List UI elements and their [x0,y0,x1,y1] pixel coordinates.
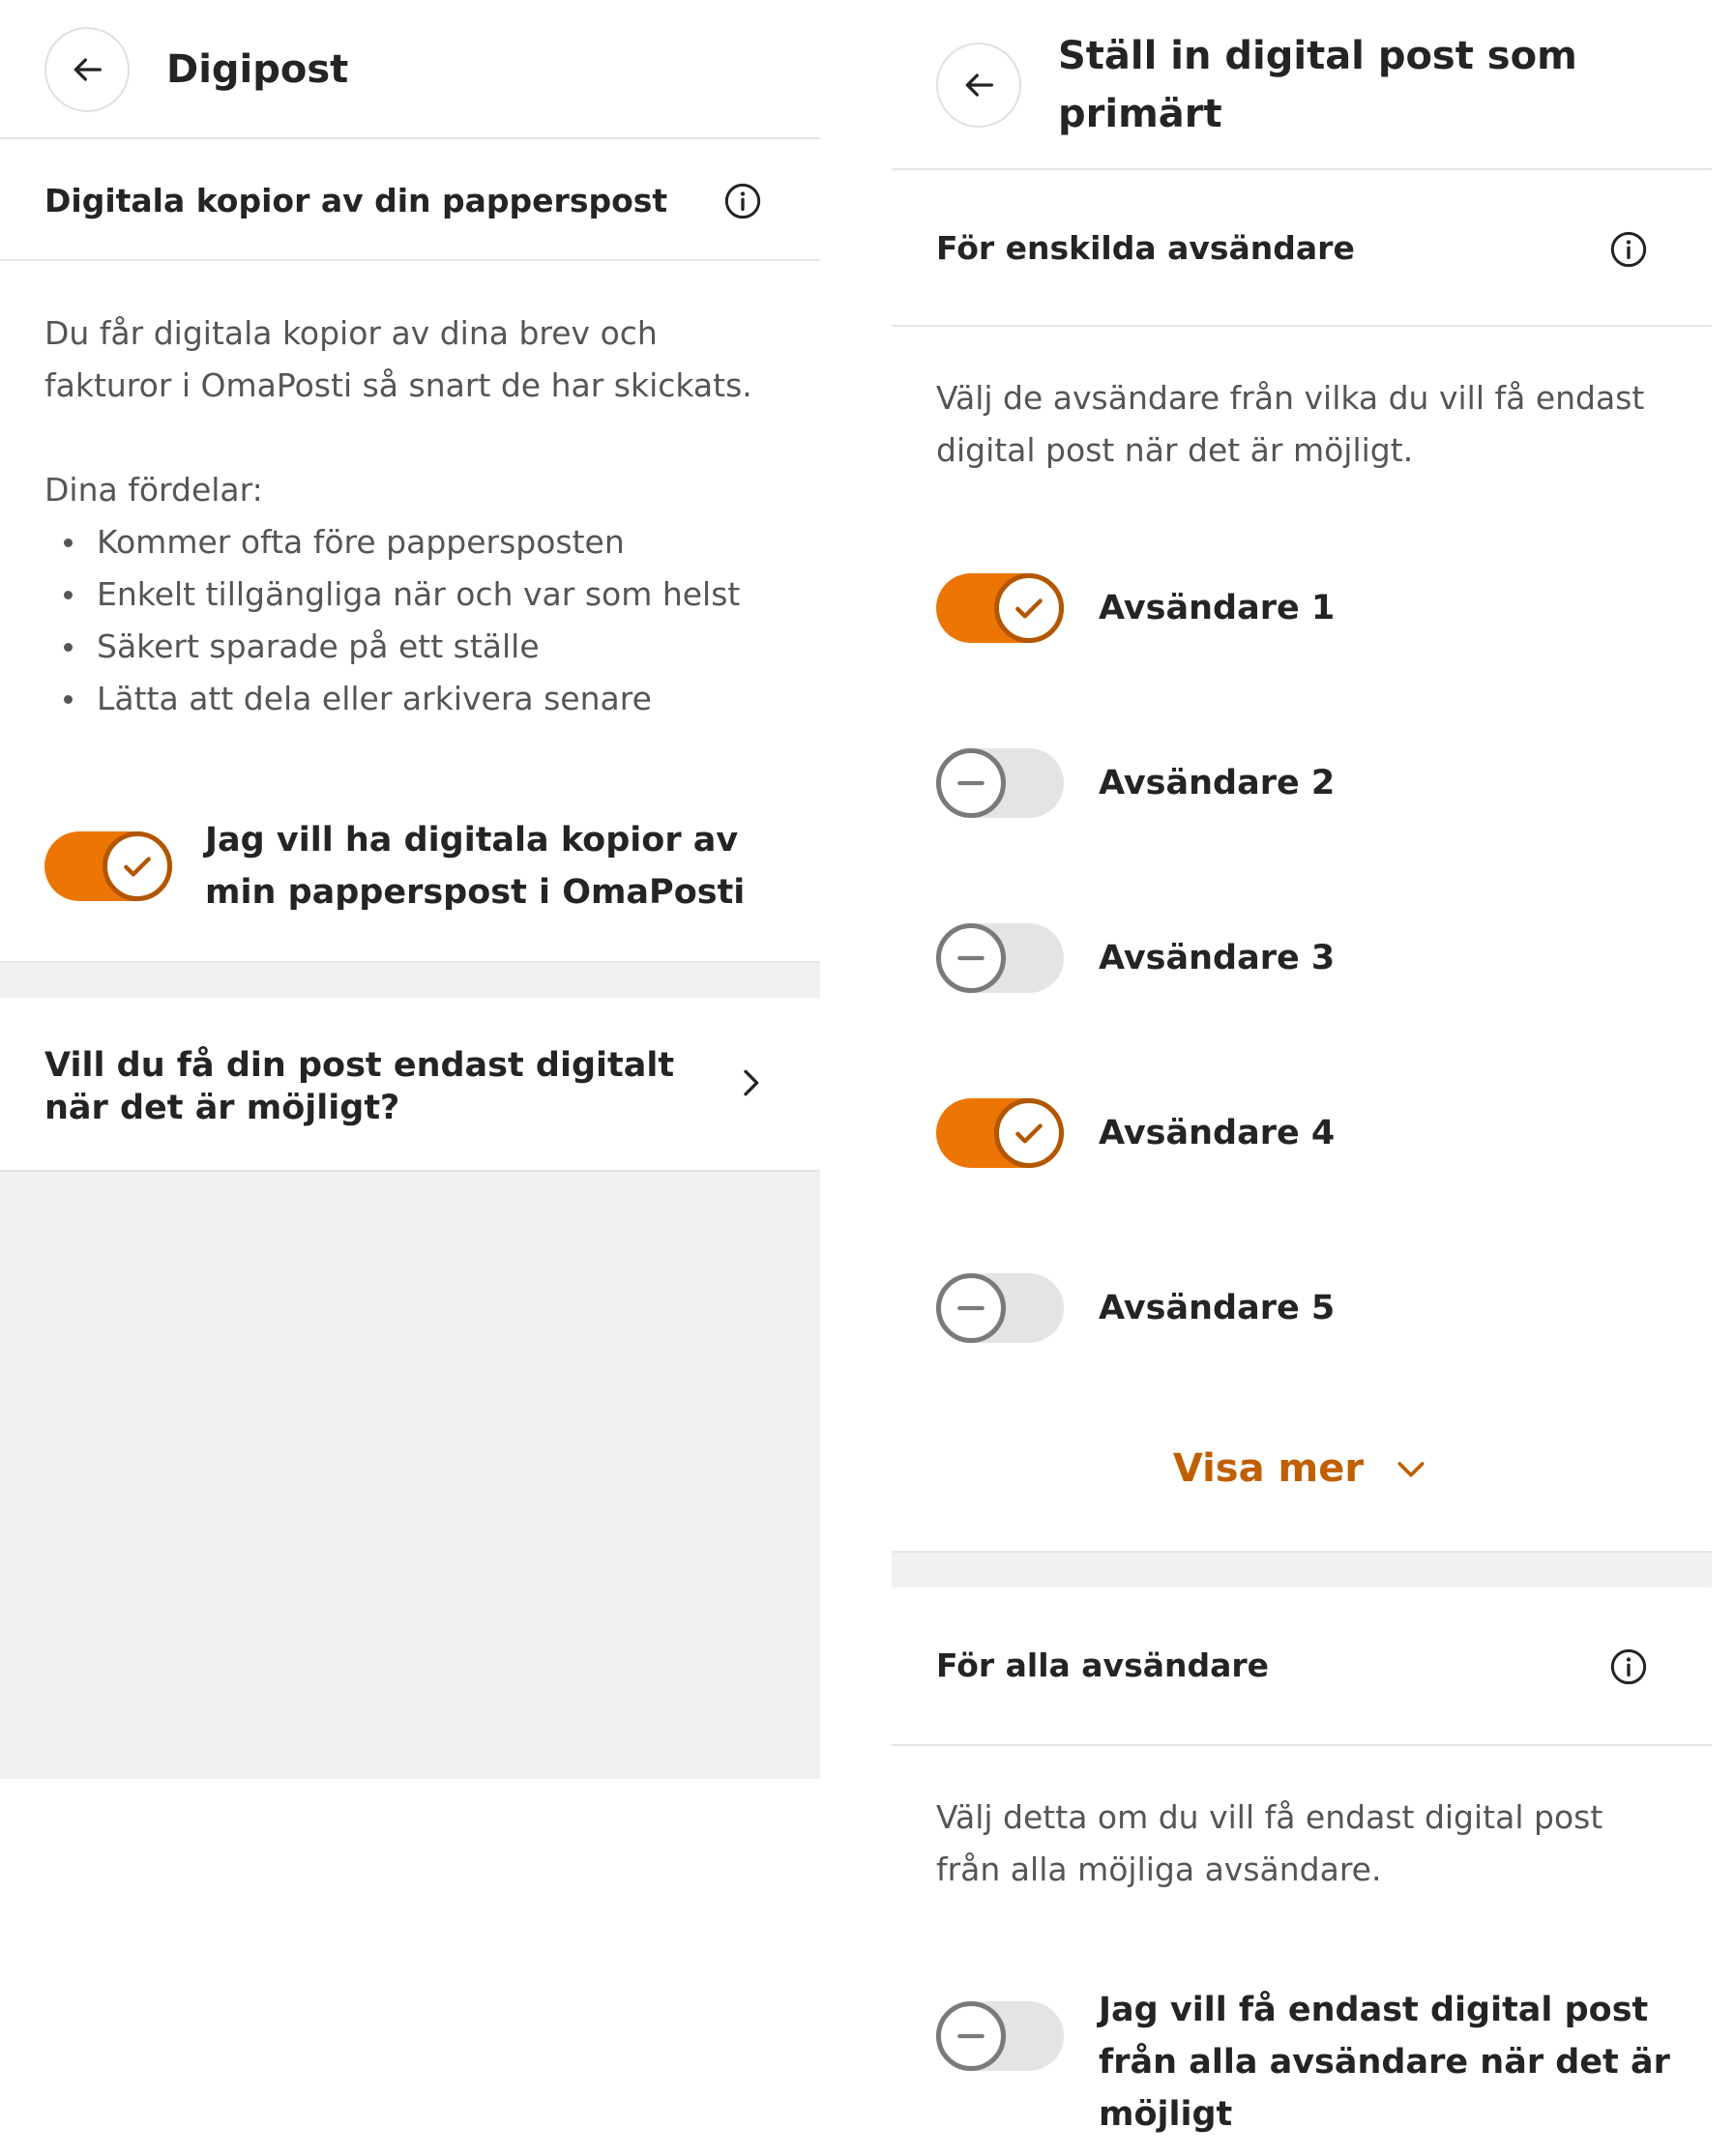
list-item: Lätta att dela eller arkivera senare [44,673,799,725]
divider [0,259,820,261]
section-spacer [892,1553,1712,1588]
arrow-left-icon [965,73,993,97]
sender-toggle-2[interactable] [936,748,1064,818]
minus-icon [957,2033,985,2039]
checkmark-icon [1015,598,1043,619]
chevron-right-icon [744,1069,759,1096]
section-title-individual: För enskilda avsändare [936,229,1355,267]
arrow-left-icon [73,58,103,81]
all-senders-toggle[interactable] [936,2001,1064,2071]
list-item: Säkert sparade på ett ställe [44,621,799,673]
section-title-all: För alla avsändare [936,1646,1270,1684]
toggle-label: Jag vill få endast digital post från all… [1099,1991,1670,2134]
toggle-knob [994,1098,1064,1168]
description-text: Välj de avsändare från vilka du vill få … [936,379,1645,469]
benefits-list: Kommer ofta före pappersposten Enkelt ti… [44,516,799,725]
toggle-knob [936,1273,1006,1343]
page-title: Digipost [166,47,349,92]
divider [892,1744,1712,1746]
minus-icon [957,955,985,961]
show-more-button[interactable]: Visa mer [892,1446,1712,1491]
toggle-knob [936,2001,1006,2071]
back-button[interactable] [936,43,1021,128]
minus-icon [957,1305,985,1311]
sender-toggle-3[interactable] [936,923,1064,993]
minus-icon [957,780,985,786]
nav-item-label: Vill du få din post endast digitalt när … [44,1046,675,1127]
sender-toggle-1[interactable] [936,573,1064,643]
description-text: Du får digitala kopior av dina brev och … [44,314,752,404]
sender-toggle-5[interactable] [936,1273,1064,1343]
checkmark-icon [124,857,151,877]
sender-label-4: Avsändare 4 [1099,1114,1336,1152]
benefits-heading: Dina fördelar: [44,471,263,509]
show-more-label: Visa mer [1172,1446,1365,1491]
digital-only-nav-item[interactable]: Vill du få din post endast digitalt när … [0,998,820,1170]
empty-area [0,1172,820,1779]
section-title: Digitala kopior av din papperspost [44,182,668,219]
sender-label-5: Avsändare 5 [1099,1289,1336,1327]
toggle-knob [994,573,1064,643]
info-icon[interactable] [1609,1647,1648,1686]
digipost-screen: Digipost Digitala kopior av din pappersp… [0,0,820,2156]
description-text: Välj detta om du vill få endast digital … [936,1798,1603,1888]
toggle-knob [103,831,172,901]
page-title: Ställ in digital post som primärt [1058,34,1577,136]
sender-label-3: Avsändare 3 [1099,939,1336,977]
chevron-down-icon [1397,1462,1425,1477]
list-item: Enkelt tillgängliga när och var som hels… [44,568,799,621]
sender-label-1: Avsändare 1 [1099,589,1336,627]
info-icon[interactable] [723,182,762,220]
toggle-knob [936,923,1006,993]
toggle-knob [936,748,1006,818]
checkmark-icon [1015,1123,1043,1144]
sender-label-2: Avsändare 2 [1099,764,1336,802]
digital-primary-screen: Ställ in digital post som primärt För en… [892,0,1712,2156]
info-icon[interactable] [1609,230,1648,269]
toggle-label: Jag vill ha digitala kopior av min pappe… [205,821,746,912]
list-item: Kommer ofta före pappersposten [44,516,799,568]
section-spacer [0,963,820,998]
divider [892,325,1712,327]
divider [892,168,1712,170]
sender-toggle-4[interactable] [936,1098,1064,1168]
back-button[interactable] [44,27,130,112]
digital-copies-toggle[interactable] [44,831,172,901]
divider [0,137,820,139]
